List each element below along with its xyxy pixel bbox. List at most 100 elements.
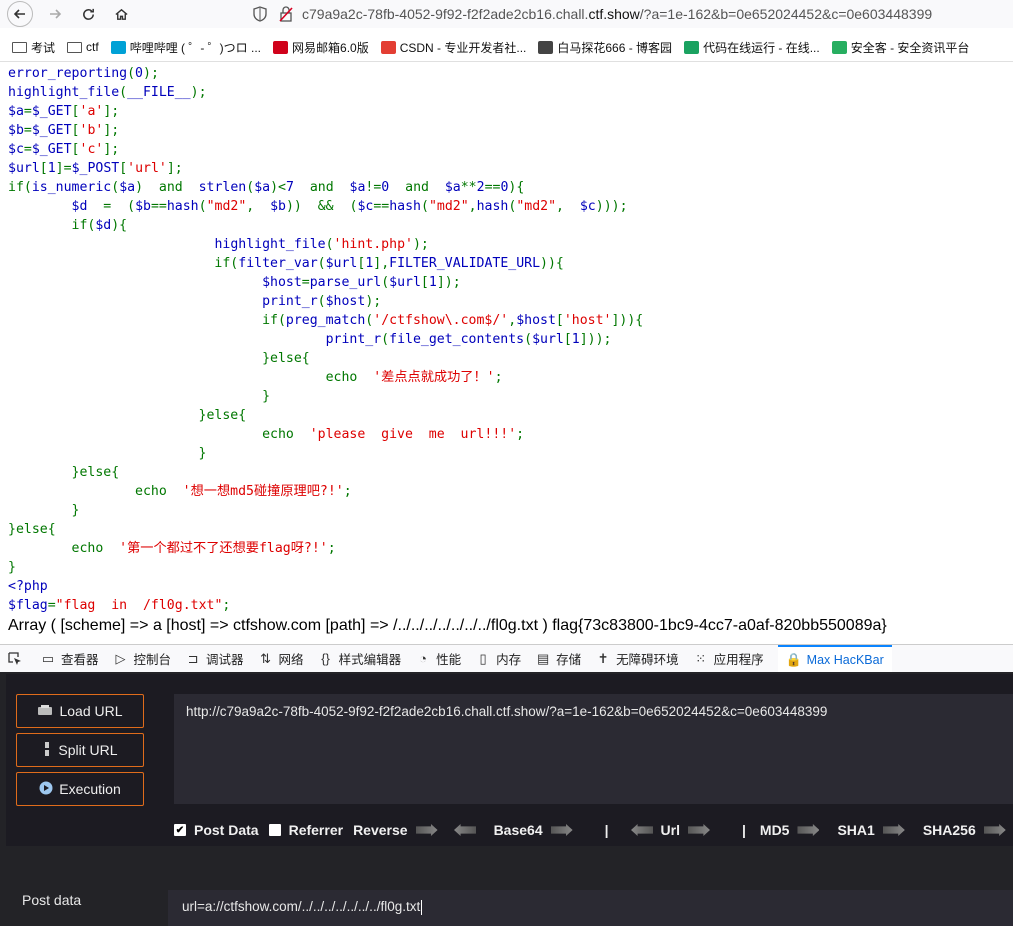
code-line: error_reporting(0); [8, 64, 643, 83]
devtools-tab[interactable]: ▯ 内存 [475, 645, 522, 672]
inspector-icon: ▭ [41, 650, 55, 666]
code-token: $b [8, 123, 24, 138]
base64-button[interactable]: Base64 [494, 822, 581, 838]
devtools-tab[interactable]: ▭ 查看器 [40, 645, 99, 672]
sha1-label: SHA1 [837, 822, 875, 838]
insecure-lock-icon[interactable] [276, 4, 296, 24]
devtools-tab-label: 调试器 [206, 653, 244, 667]
code-line: $c=$_GET['c']; [8, 140, 643, 159]
code-token: strlen [198, 180, 247, 195]
base64-arrow-left-icon[interactable] [454, 824, 476, 836]
code-token: 'c' [79, 142, 104, 157]
code-token: = [301, 275, 310, 290]
url-encode-button[interactable]: Url [623, 822, 718, 838]
reverse-button[interactable]: Reverse [353, 822, 484, 838]
url-text[interactable]: c79a9a2c-78fb-4052-9f92-f2f2ade2cb16.cha… [302, 6, 932, 22]
devtools-tab-label: 样式编辑器 [338, 653, 402, 667]
code-token: ); [190, 85, 207, 100]
base64-arrow-right-icon[interactable] [550, 824, 573, 836]
sha256-button[interactable]: SHA256 [923, 822, 1013, 838]
reload-button[interactable] [74, 1, 102, 27]
code-line: if(preg_match('/ctfshow\.com$/',$host['h… [8, 311, 643, 330]
split-url-icon [42, 741, 52, 760]
sha256-arrow-icon [983, 824, 1006, 836]
bookmark-item[interactable]: 哔哩哔哩 ( ゜- ゜)つロ ... [110, 39, 262, 56]
code-token: ( [381, 275, 390, 290]
code-token: error_reporting [8, 66, 128, 81]
code-token: } [8, 446, 207, 461]
md5-button[interactable]: MD5 [760, 822, 828, 838]
code-line: } [8, 501, 643, 520]
forward-button[interactable] [41, 1, 69, 27]
code-token: $flag [8, 598, 48, 613]
code-token: 1 [571, 332, 580, 347]
devtools-tab-label: 存储 [556, 653, 582, 667]
code-line: $d = ($b==hash("md2", $b)) && ($c==hash(… [8, 197, 643, 216]
shield-icon[interactable] [250, 4, 270, 24]
code-token: )) && ( [285, 199, 358, 214]
code-token: and [293, 180, 350, 195]
devtools-tab[interactable]: {} 样式编辑器 [318, 645, 402, 672]
url-arrow-right-icon[interactable] [687, 824, 710, 836]
md5-arrow-icon [797, 824, 820, 836]
execution-label: Execution [59, 781, 121, 797]
element-picker[interactable] [7, 645, 28, 672]
code-token: ])){ [611, 313, 644, 328]
split-url-button[interactable]: Split URL [16, 733, 144, 767]
devtools-tab-label: 性能 [436, 653, 462, 667]
referrer-checkbox[interactable]: Referrer [268, 822, 343, 838]
code-line: } [8, 387, 643, 406]
bookmark-item[interactable]: 安全客 - 安全资讯平台 [831, 39, 969, 56]
load-url-button[interactable]: Load URL [16, 694, 144, 728]
code-token: ( [111, 180, 120, 195]
code-token: ]= [55, 161, 72, 176]
debugger-icon: ⊐ [187, 650, 199, 666]
devtools-tab[interactable]: ⁙ 应用程序 [693, 645, 763, 672]
load-url-icon [37, 704, 53, 719]
memory-icon: ▯ [479, 650, 487, 666]
code-line: echo '第一个都过不了还想要flag呀?!'; [8, 539, 643, 558]
hackbar-url-textarea[interactable]: http://c79a9a2c-78fb-4052-9f92-f2f2ade2c… [174, 694, 1013, 804]
url-bar[interactable]: c79a9a2c-78fb-4052-9f92-f2f2ade2cb16.cha… [250, 0, 1013, 28]
element-picker-icon [7, 651, 23, 667]
code-line: $url[1]=$_POST['url']; [8, 159, 643, 178]
url-arrow-left-icon[interactable] [631, 824, 653, 836]
post-data-checkbox-label: Post Data [194, 822, 259, 838]
post-data-input[interactable]: url=a://ctfshow.com/../../../../../../..… [168, 890, 1013, 926]
devtools-tab[interactable]: ◔ 性能 [415, 645, 462, 672]
code-token: ) and [135, 180, 199, 195]
back-button[interactable] [7, 1, 33, 27]
code-token: , [508, 313, 517, 328]
code-token: "md2" [516, 199, 557, 214]
hackbar-icon: 🔒 [785, 651, 802, 667]
code-token: }else{ [8, 465, 120, 480]
bookmark-item[interactable]: 网易邮箱6.0版 [273, 39, 369, 56]
code-token: $_GET [31, 104, 72, 119]
devtools-tab[interactable]: ✝ 无障碍环境 [595, 645, 679, 672]
code-line: highlight_file(__FILE__); [8, 83, 643, 102]
execution-button[interactable]: Execution [16, 772, 144, 806]
devtools-tab[interactable]: ▤ 存储 [535, 645, 582, 672]
code-token: [ [71, 142, 80, 157]
bookmark-item[interactable]: CSDN - 专业开发者社... [380, 39, 526, 56]
bookmark-label: 哔哩哔哩 ( ゜- ゜)つロ ... [129, 40, 262, 55]
sha1-button[interactable]: SHA1 [837, 822, 912, 838]
code-token: '第一个都过不了还想要flag呀?!' [119, 541, 328, 556]
post-data-checkbox[interactable]: ✔ Post Data [174, 822, 259, 838]
code-line: }else{ [8, 349, 643, 368]
devtools-tab[interactable]: ▷ 控制台 [113, 645, 172, 672]
code-token: 'hint.php' [333, 237, 413, 252]
home-button[interactable] [107, 1, 135, 27]
devtools-tabs: ▭ 查看器 ▷ 控制台 ⊐ 调试器 ⇅ 网络 {} 样式编辑器 ◔ 性能 ▯ 内存 ▤ 存储 ✝ 无障碍环境 ⁙ 应用… [40, 645, 906, 672]
devtools-tab[interactable]: ⊐ 调试器 [185, 645, 244, 672]
code-line: echo 'please give me url!!!'; [8, 425, 643, 444]
bookmark-item[interactable]: 考试 [12, 39, 55, 56]
code-token: '想一想md5碰撞原理吧?!' [182, 484, 344, 499]
bookmark-item[interactable]: ctf [67, 40, 99, 54]
bookmark-item[interactable]: 代码在线运行 - 在线... [684, 39, 820, 56]
devtools-tab[interactable]: 🔒 Max HacKBar [777, 645, 892, 672]
devtools-tab[interactable]: ⇅ 网络 [258, 645, 303, 672]
bookmark-item[interactable]: 白马探花666 - 博客园 [538, 39, 672, 56]
